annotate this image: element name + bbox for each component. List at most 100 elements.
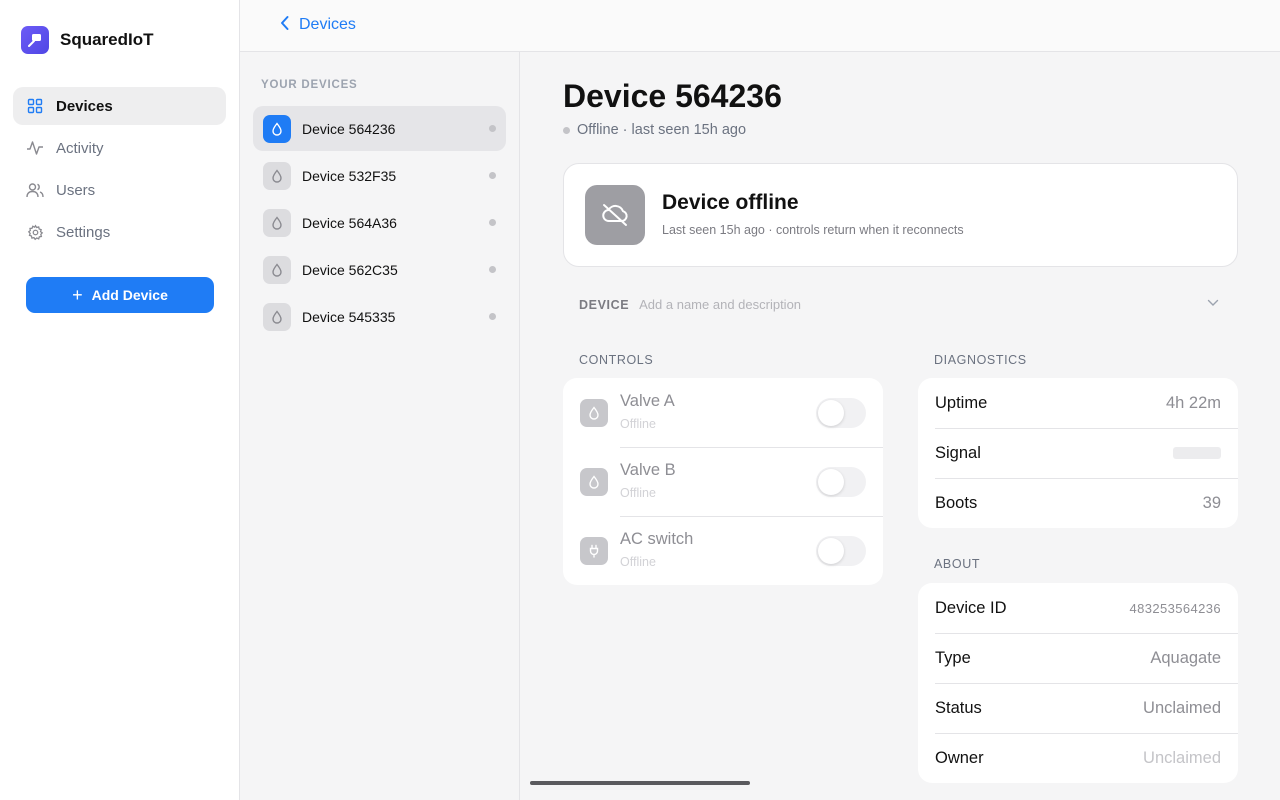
sidebar-item-label: Devices (56, 97, 113, 115)
grid-icon (26, 97, 44, 115)
droplet-icon (263, 114, 291, 143)
sidebar-item-settings[interactable]: Settings (13, 213, 226, 251)
droplet-icon (580, 468, 608, 496)
status-dot (489, 125, 496, 132)
about-row-status: Status Unclaimed (918, 683, 1238, 733)
row-key: Boots (935, 493, 978, 512)
gear-icon (26, 223, 44, 241)
diagnostics-label: DIAGNOSTICS (934, 353, 1027, 367)
control-state: Offline (620, 417, 656, 431)
about-card: Device ID 483253564236 Type Aquagate Sta… (918, 583, 1238, 783)
device-list-item[interactable]: Device 562C35 (253, 247, 506, 292)
device-list-item[interactable]: Device 532F35 (253, 153, 506, 198)
device-name: Device 564236 (302, 120, 396, 137)
about-row-type: Type Aquagate (918, 633, 1238, 683)
offline-subtitle: Last seen 15h ago · controls return when… (662, 223, 964, 237)
valve-b-toggle[interactable] (816, 467, 866, 497)
control-row: Valve B Offline (563, 447, 883, 516)
diagnostics-row-uptime: Uptime 4h 22m (918, 378, 1238, 428)
device-info-disclosure[interactable]: DEVICE Add a name and description (579, 297, 1219, 312)
sidebar-item-devices[interactable]: Devices (13, 87, 226, 125)
cloud-off-icon (585, 185, 645, 245)
control-state: Offline (620, 555, 656, 569)
device-list-pane: YOUR DEVICES Device 564236 Device 532F35… (240, 52, 520, 800)
control-name: AC switch (620, 530, 694, 548)
status-dot (563, 126, 570, 134)
row-value: 483253564236 (1129, 600, 1221, 616)
sidebar-item-label: Activity (56, 139, 104, 157)
device-status-line: Offline · last seen 15h ago (563, 122, 746, 138)
sidebar-nav: Devices Activity Users Settings (13, 87, 226, 255)
offline-banner: Device offline Last seen 15h ago · contr… (563, 163, 1238, 267)
droplet-icon (263, 161, 291, 190)
back-button[interactable]: Devices (280, 15, 356, 35)
plus-icon: + (72, 285, 83, 305)
status-text: Offline · last seen 15h ago (577, 122, 747, 138)
about-row-device-id: Device ID 483253564236 (918, 583, 1238, 633)
top-bar: Devices (240, 0, 1280, 52)
sidebar-item-label: Settings (56, 223, 111, 241)
droplet-icon (263, 255, 291, 284)
status-dot (489, 313, 496, 320)
sidebar-item-activity[interactable]: Activity (13, 129, 226, 167)
page-title: Device 564236 (563, 78, 782, 114)
status-dot (489, 266, 496, 273)
brand-name: SquaredIoT (60, 30, 154, 49)
device-list: Device 564236 Device 532F35 Device 564A3… (253, 106, 506, 341)
status-dot (489, 219, 496, 226)
about-label: ABOUT (934, 557, 981, 571)
toggle-knob (818, 400, 844, 426)
sidebar-item-users[interactable]: Users (13, 171, 226, 209)
row-value: 39 (1202, 493, 1221, 512)
device-detail: Device 564236 Offline · last seen 15h ag… (520, 52, 1280, 800)
device-name: Device 545335 (302, 308, 396, 325)
signal-bar (1173, 447, 1221, 459)
droplet-icon (580, 399, 608, 427)
droplet-icon (263, 302, 291, 331)
chevron-left-icon (280, 15, 290, 35)
droplet-icon (263, 208, 291, 237)
row-value: Unclaimed (1143, 698, 1221, 717)
device-list-header: YOUR DEVICES (261, 79, 358, 91)
users-icon (26, 181, 44, 199)
row-key: Uptime (935, 393, 988, 412)
toggle-knob (818, 469, 844, 495)
device-description-placeholder: Add a name and description (639, 297, 802, 312)
row-key: Owner (935, 748, 984, 767)
device-name: Device 564A36 (302, 214, 397, 231)
chevron-down-icon (1207, 294, 1219, 310)
diagnostics-row-signal: Signal (918, 428, 1238, 478)
diagnostics-card: Uptime 4h 22m Signal Boots 39 (918, 378, 1238, 528)
sidebar: SquaredIoT Devices Activity Users Settin… (0, 0, 240, 800)
plug-icon (580, 537, 608, 565)
sidebar-item-label: Users (56, 181, 96, 199)
diagnostics-row-boots: Boots 39 (918, 478, 1238, 528)
toggle-knob (818, 538, 844, 564)
control-name: Valve A (620, 392, 675, 410)
row-key: Type (935, 648, 971, 667)
row-value: 4h 22m (1165, 393, 1221, 412)
brand-logo-icon (21, 26, 49, 54)
device-name: Device 532F35 (302, 167, 397, 184)
row-key: Signal (935, 443, 981, 462)
row-value: Unclaimed (1143, 748, 1221, 767)
device-list-item[interactable]: Device 564236 (253, 106, 506, 151)
back-label: Devices (299, 16, 356, 33)
device-section-label: DEVICE (579, 297, 630, 312)
add-device-label: Add Device (91, 287, 168, 303)
controls-label: CONTROLS (579, 353, 654, 367)
status-dot (489, 172, 496, 179)
row-key: Device ID (935, 598, 1007, 617)
device-name: Device 562C35 (302, 261, 398, 278)
row-key: Status (935, 698, 982, 717)
ac-switch-toggle[interactable] (816, 536, 866, 566)
add-device-button[interactable]: + Add Device (26, 277, 214, 313)
valve-a-toggle[interactable] (816, 398, 866, 428)
offline-title: Device offline (662, 191, 799, 214)
controls-card: Valve A Offline Valve B Offline AC switc… (563, 378, 883, 585)
row-value: Aquagate (1150, 648, 1221, 667)
brand[interactable]: SquaredIoT (21, 26, 154, 54)
about-row-owner: Owner Unclaimed (918, 733, 1238, 783)
device-list-item[interactable]: Device 564A36 (253, 200, 506, 245)
device-list-item[interactable]: Device 545335 (253, 294, 506, 339)
